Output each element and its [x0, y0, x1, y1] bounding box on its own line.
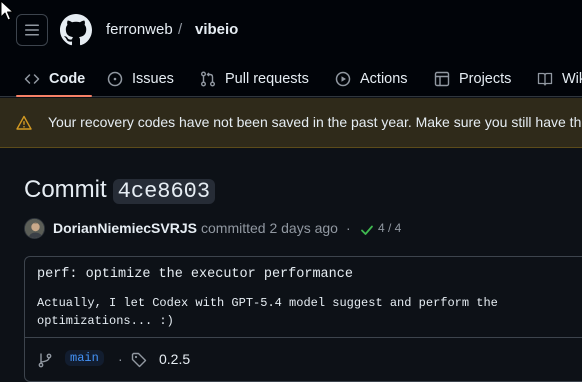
app-header: ferronweb / vibeio Code Issues Pull requ…	[0, 0, 582, 97]
tab-wiki-label: Wiki	[562, 70, 582, 87]
repo-name-link[interactable]: vibeio	[195, 21, 238, 38]
tag-link[interactable]: 0.2.5	[159, 351, 190, 367]
commit-message-card: perf: optimize the executor performance …	[24, 256, 582, 382]
commit-message-body: Actually, I let Codex with GPT-5.4 model…	[37, 296, 498, 328]
author-avatar-image	[25, 219, 44, 238]
hamburger-menu-button[interactable]	[16, 14, 48, 46]
tab-issues-label: Issues	[132, 70, 174, 87]
commit-message-title: perf: optimize the executor performance	[37, 267, 353, 282]
table-icon	[434, 71, 450, 86]
committed-time: committed 2 days ago	[201, 220, 338, 236]
tab-actions-label: Actions	[360, 70, 408, 87]
tab-wiki[interactable]: Wiki	[537, 60, 582, 97]
page-title: Commit 4ce8603	[24, 176, 216, 204]
avatar[interactable]	[24, 218, 45, 239]
code-icon	[24, 73, 40, 84]
tab-actions[interactable]: Actions	[335, 60, 408, 97]
tab-projects[interactable]: Projects	[434, 60, 511, 97]
commit-author-link[interactable]: DorianNiemiecSVRJS	[53, 220, 197, 236]
issue-opened-icon	[107, 71, 123, 86]
meta-separator: ·	[346, 220, 351, 236]
tab-pull-requests-label: Pull requests	[225, 70, 309, 87]
tab-code-label: Code	[49, 70, 86, 87]
alert-icon	[16, 115, 32, 130]
github-logo-icon[interactable]	[60, 14, 92, 46]
checks-status[interactable]: 4 / 4	[378, 221, 401, 235]
top-bar: ferronweb / vibeio	[0, 0, 582, 60]
branch-link[interactable]: main	[65, 350, 104, 366]
three-bars-icon	[25, 24, 39, 36]
check-icon[interactable]	[359, 222, 375, 238]
book-icon	[537, 72, 553, 86]
tab-issues[interactable]: Issues	[107, 60, 174, 97]
play-icon	[335, 71, 351, 86]
recovery-codes-warning-banner: Your recovery codes have not been saved …	[0, 98, 582, 148]
repo-nav-tabs: Code Issues Pull requests Actions Projec…	[0, 60, 582, 97]
tag-icon	[131, 352, 147, 368]
git-pull-request-icon	[201, 71, 215, 86]
tab-projects-label: Projects	[459, 70, 512, 87]
tab-code[interactable]: Code	[24, 60, 85, 97]
branch-tag-separator: ·	[118, 351, 123, 367]
breadcrumb-separator: /	[178, 21, 183, 38]
mouse-cursor-icon	[0, 0, 14, 21]
git-branch-icon	[38, 353, 52, 368]
commit-sha: 4ce8603	[112, 179, 216, 204]
commit-heading: Commit	[24, 176, 107, 203]
repo-owner-link[interactable]: ferronweb	[106, 21, 173, 38]
card-divider	[25, 337, 582, 338]
active-tab-indicator	[16, 95, 92, 97]
banner-message: Your recovery codes have not been saved …	[48, 114, 582, 130]
tab-pull-requests[interactable]: Pull requests	[200, 60, 309, 97]
